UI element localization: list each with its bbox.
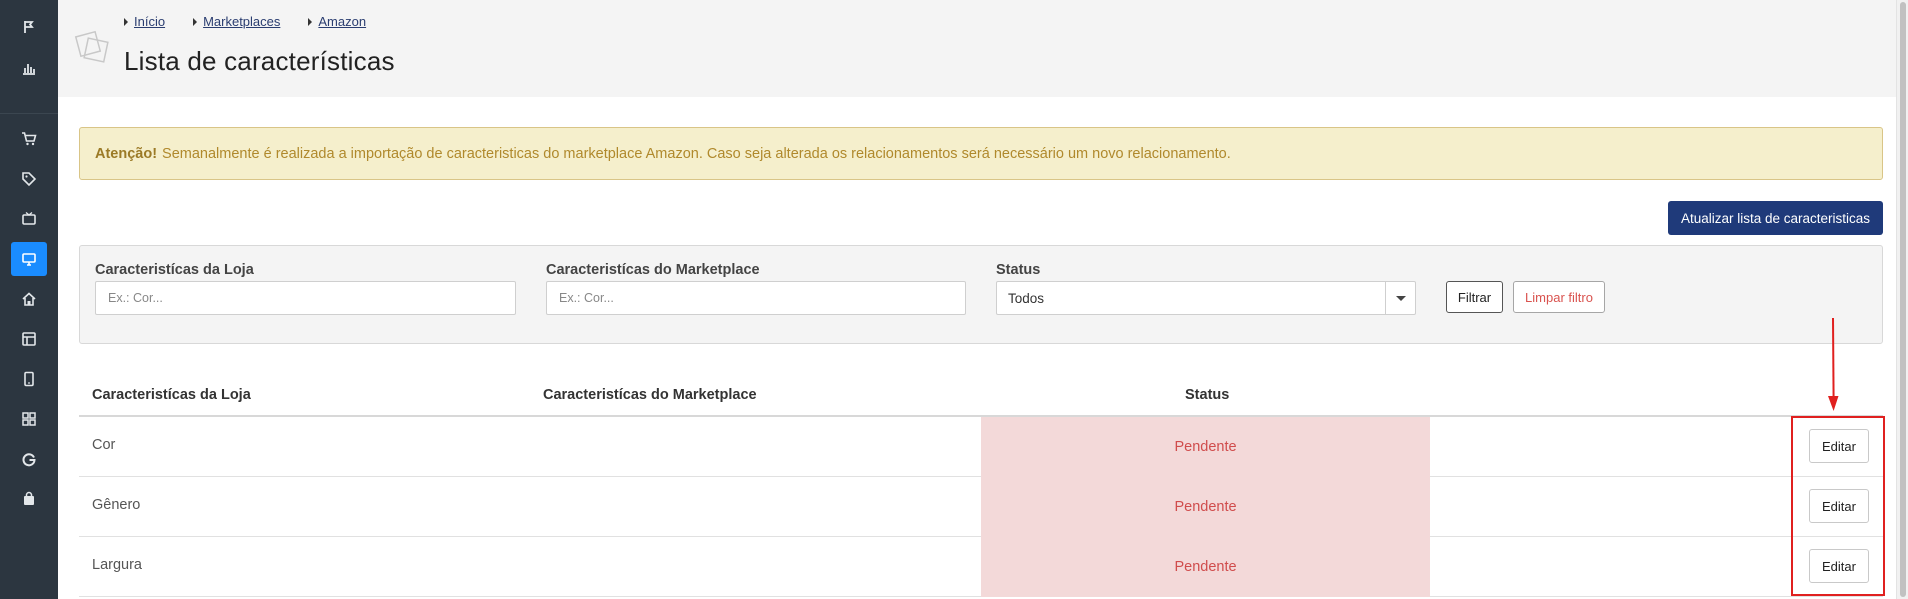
sidebar bbox=[0, 0, 58, 599]
tag-icon[interactable] bbox=[0, 162, 58, 196]
breadcrumb-item: Amazon bbox=[308, 14, 366, 29]
breadcrumb-link-amazon[interactable]: Amazon bbox=[318, 14, 366, 29]
status-badge: Pendente bbox=[981, 417, 1430, 477]
table-row: Largura Pendente Editar bbox=[79, 537, 1883, 597]
alert-strong: Atenção! bbox=[95, 145, 158, 162]
store-characteristics-label: Caracteristícas da Loja bbox=[95, 262, 254, 278]
clear-filter-button[interactable]: Limpar filtro bbox=[1513, 281, 1605, 313]
annotation-highlight-box bbox=[1791, 416, 1885, 596]
table-row: Cor Pendente Editar bbox=[79, 417, 1883, 477]
vertical-scrollbar[interactable] bbox=[1896, 0, 1908, 599]
marketplace-characteristics-label: Caracteristícas do Marketplace bbox=[546, 262, 760, 278]
marketplace-characteristics-input[interactable] bbox=[546, 281, 966, 315]
status-badge: Pendente bbox=[981, 537, 1430, 597]
status-select-value: Todos bbox=[1008, 290, 1045, 306]
store-characteristic-cell: Cor bbox=[92, 437, 116, 453]
google-icon[interactable] bbox=[0, 442, 58, 476]
tv-icon[interactable] bbox=[0, 202, 58, 236]
annotation-arrow-icon bbox=[1828, 318, 1839, 411]
home-icon[interactable] bbox=[0, 282, 58, 316]
status-badge: Pendente bbox=[981, 477, 1430, 537]
status-label: Status bbox=[996, 262, 1041, 278]
breadcrumb-link-marketplaces[interactable]: Marketplaces bbox=[203, 14, 280, 29]
characteristics-table: Caracteristícas da Loja Caracteristícas … bbox=[79, 377, 1883, 597]
status-select[interactable]: Todos bbox=[996, 281, 1416, 315]
scrollbar-thumb[interactable] bbox=[1900, 2, 1906, 597]
caret-right-icon bbox=[193, 17, 198, 26]
column-header-marketplace: Caracteristícas do Marketplace bbox=[543, 387, 757, 403]
breadcrumb: Início Marketplaces Amazon bbox=[124, 14, 366, 29]
store-characteristics-input[interactable] bbox=[95, 281, 516, 315]
store-characteristic-cell: Gênero bbox=[92, 497, 141, 513]
bag-icon[interactable] bbox=[0, 482, 58, 516]
filter-button[interactable]: Filtrar bbox=[1446, 281, 1503, 313]
page-title: Lista de características bbox=[124, 46, 395, 76]
logo-icon bbox=[74, 30, 109, 63]
caret-right-icon bbox=[308, 17, 313, 26]
cart-icon[interactable] bbox=[0, 122, 58, 156]
column-header-store: Caracteristícas da Loja bbox=[92, 387, 251, 403]
table-row: Gênero Pendente Editar bbox=[79, 477, 1883, 537]
caret-right-icon bbox=[124, 17, 128, 26]
mobile-icon[interactable] bbox=[0, 362, 58, 396]
flag-icon[interactable] bbox=[0, 10, 58, 44]
update-characteristics-button[interactable]: Atualizar lista de caracteristicas bbox=[1668, 201, 1883, 235]
warning-alert: Atenção! Semanalmente é realizada a impo… bbox=[79, 127, 1883, 180]
breadcrumb-item: Marketplaces bbox=[193, 14, 280, 29]
column-header-status: Status bbox=[1185, 387, 1230, 403]
alert-text: Semanalmente é realizada a importação de… bbox=[162, 145, 1231, 162]
page-header: Início Marketplaces Amazon Lista de cara… bbox=[58, 0, 1908, 97]
filter-panel: Caracteristícas da Loja Caracteristícas … bbox=[79, 245, 1883, 344]
table-header-row: Caracteristícas da Loja Caracteristícas … bbox=[79, 377, 1883, 417]
breadcrumb-item: Início bbox=[124, 14, 165, 29]
layout-icon[interactable] bbox=[0, 322, 58, 356]
store-characteristic-cell: Largura bbox=[92, 557, 142, 573]
monitor-icon[interactable] bbox=[0, 242, 58, 276]
grid-icon[interactable] bbox=[0, 402, 58, 436]
sidebar-divider bbox=[0, 113, 58, 114]
breadcrumb-link-inicio[interactable]: Início bbox=[134, 14, 165, 29]
bar-chart-icon[interactable] bbox=[0, 51, 58, 85]
chevron-down-icon[interactable] bbox=[1385, 282, 1415, 314]
